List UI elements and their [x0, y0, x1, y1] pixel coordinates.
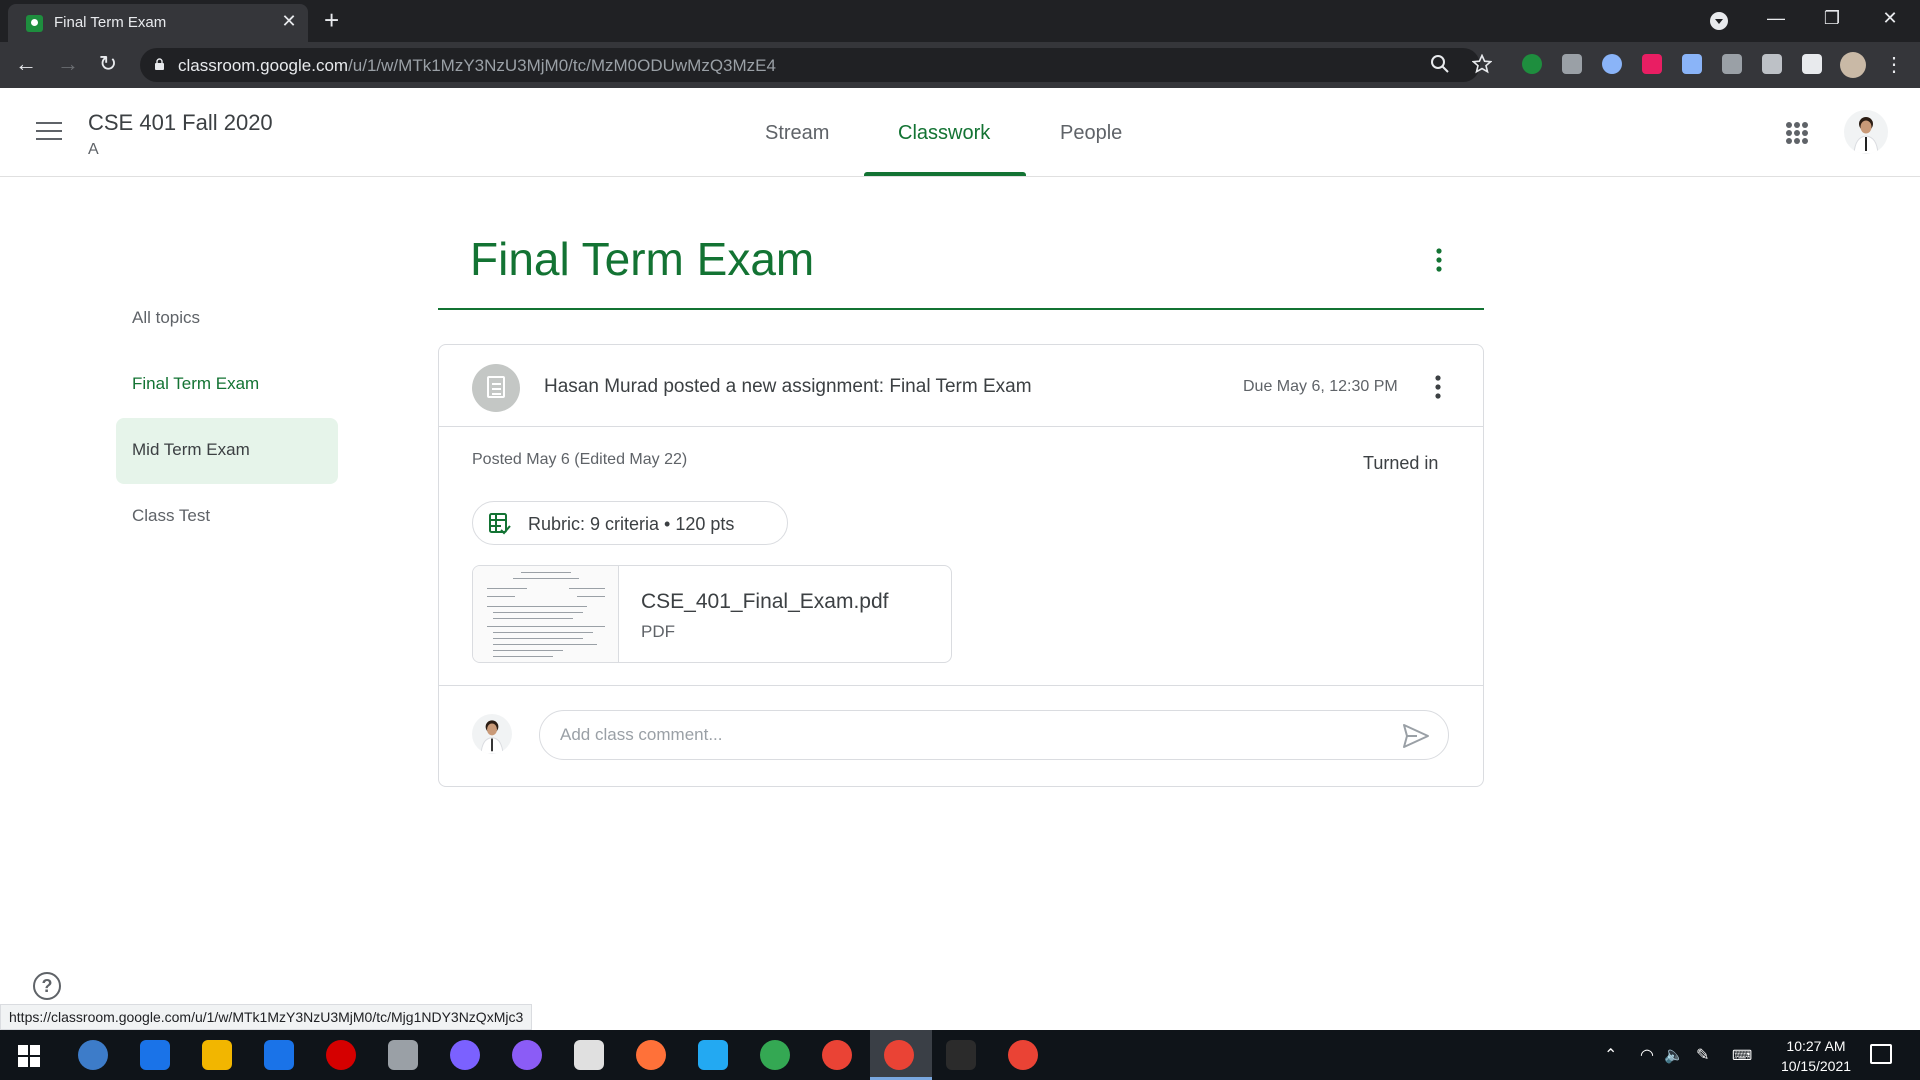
link-status-bubble: https://classroom.google.com/u/1/w/MTk1M… — [0, 1004, 533, 1030]
classroom-header: CSE 401 Fall 2020 A Stream Classwork Peo… — [0, 88, 1920, 177]
url-host: classroom.google.com — [178, 56, 349, 75]
pdf-attachment[interactable]: CSE_401_Final_Exam.pdf PDF — [472, 565, 952, 663]
windows-start-icon[interactable] — [18, 1045, 40, 1067]
tab-search-icon[interactable] — [1710, 12, 1728, 30]
chrome-menu-icon[interactable]: ⋮ — [1884, 52, 1904, 77]
google-apps-icon[interactable] — [1786, 122, 1808, 144]
restore-button[interactable]: ❐ — [1812, 8, 1852, 29]
browser-tab[interactable]: Final Term Exam ✕ — [8, 4, 308, 42]
class-name[interactable]: CSE 401 Fall 2020 — [88, 110, 273, 136]
new-tab-button[interactable]: + — [324, 6, 339, 34]
more-vert-icon[interactable] — [1436, 248, 1442, 272]
download-extension-icon[interactable] — [1682, 54, 1702, 74]
taskbar-edge-icon[interactable] — [140, 1040, 170, 1070]
bookmark-star-icon[interactable] — [1472, 54, 1492, 74]
chrome-profile-avatar[interactable] — [1840, 52, 1866, 78]
taskbar-chrome-active-icon[interactable] — [884, 1040, 914, 1070]
avatar — [472, 714, 512, 754]
tab-close-icon[interactable]: ✕ — [278, 11, 300, 32]
title-divider — [438, 308, 1484, 310]
taskbar-vscode-icon[interactable] — [698, 1040, 728, 1070]
wifi-icon[interactable]: ◠ — [1640, 1045, 1654, 1065]
rubric-label: Rubric: 9 criteria • 120 pts — [528, 514, 735, 534]
notification-icon[interactable] — [1870, 1044, 1892, 1064]
pdf-thumbnail — [473, 566, 619, 662]
taskbar-firefox-icon[interactable] — [636, 1040, 666, 1070]
vpn-extension-icon[interactable] — [1602, 54, 1622, 74]
class-comment-area — [439, 685, 1483, 786]
screen-extension-icon[interactable] — [1722, 54, 1742, 74]
rubric-chip[interactable]: Rubric: 9 criteria • 120 pts — [472, 501, 788, 545]
posted-date: Posted May 6 (Edited May 22) — [472, 451, 688, 468]
pen-extension-icon[interactable] — [1762, 54, 1782, 74]
windows-taskbar: ⌃ ◠ 🔈 ✎ ⌨ 10:27 AM 10/15/2021 — [0, 1030, 1920, 1080]
taskbar-paint-icon[interactable] — [574, 1040, 604, 1070]
tab-title: Final Term Exam — [54, 14, 167, 31]
browser-titlebar: Final Term Exam ✕ + — ❐ ✕ — [0, 0, 1920, 42]
attachment-name: CSE_401_Final_Exam.pdf — [641, 590, 889, 613]
taskbar-messenger-icon[interactable] — [450, 1040, 480, 1070]
tab-people[interactable]: People — [1060, 122, 1122, 145]
tab-stream[interactable]: Stream — [765, 122, 829, 145]
topic-all[interactable]: All topics — [132, 308, 200, 328]
tray-chevron-icon[interactable]: ⌃ — [1604, 1045, 1617, 1065]
status-badge: Turned in — [1363, 453, 1439, 473]
assignment-icon — [472, 364, 520, 412]
active-tab-indicator — [864, 172, 1026, 176]
zoom-icon[interactable] — [1430, 54, 1450, 74]
taskbar-inkscape-icon[interactable] — [388, 1040, 418, 1070]
assignment-headline[interactable]: Hasan Murad posted a new assignment: Fin… — [544, 376, 1032, 398]
play-extension-icon[interactable] — [1642, 54, 1662, 74]
address-bar[interactable]: classroom.google.com/u/1/w/MTk1MzY3NzU3M… — [140, 48, 1492, 82]
tab-classwork[interactable]: Classwork — [898, 122, 990, 145]
send-icon[interactable] — [1402, 723, 1430, 749]
assignment-card: Hasan Murad posted a new assignment: Fin… — [438, 344, 1484, 787]
camera-extension-icon[interactable] — [1562, 54, 1582, 74]
grammarly-extension-icon[interactable] — [1522, 54, 1542, 74]
main-menu-icon[interactable] — [36, 122, 62, 140]
user-photo-icon — [480, 720, 504, 754]
assignment-header[interactable]: Hasan Murad posted a new assignment: Fin… — [439, 345, 1483, 427]
clock-time: 10:27 AM — [1786, 1038, 1846, 1054]
due-date: Due May 6, 12:30 PM — [1243, 378, 1398, 395]
extensions-puzzle-icon[interactable] — [1802, 54, 1822, 74]
taskbar-chrome-profile-icon[interactable] — [1008, 1040, 1038, 1070]
user-avatar[interactable] — [1844, 110, 1888, 154]
close-window-button[interactable]: ✕ — [1870, 8, 1910, 29]
attachment-type: PDF — [641, 622, 675, 641]
page-title: Final Term Exam — [470, 233, 815, 285]
topic-mid-term-exam[interactable]: Mid Term Exam — [132, 440, 250, 460]
comment-input[interactable] — [560, 723, 1360, 747]
taskbar-github-icon[interactable] — [512, 1040, 542, 1070]
back-button[interactable]: ← — [12, 51, 40, 77]
more-vert-icon[interactable] — [1435, 375, 1441, 399]
taskbar-maps-icon[interactable] — [760, 1040, 790, 1070]
minimize-button[interactable]: — — [1756, 8, 1796, 29]
classroom-favicon-icon — [26, 15, 43, 32]
url-path: /u/1/w/MTk1MzY3NzU3MjM0/tc/MzM0ODUwMzQ3M… — [348, 56, 776, 75]
class-section: A — [88, 141, 99, 158]
taskbar-file-explorer-icon[interactable] — [202, 1040, 232, 1070]
user-photo-icon — [1853, 117, 1879, 154]
pen-icon[interactable]: ✎ — [1696, 1045, 1709, 1065]
browser-toolbar: ← → ↻ classroom.google.com/u/1/w/MTk1MzY… — [0, 42, 1920, 88]
help-icon[interactable]: ? — [33, 972, 61, 1000]
taskbar-chrome-icon[interactable] — [822, 1040, 852, 1070]
url-text: classroom.google.com/u/1/w/MTk1MzY3NzU3M… — [178, 56, 776, 76]
taskbar-terminal-icon[interactable] — [946, 1040, 976, 1070]
clock-date: 10/15/2021 — [1780, 1058, 1852, 1074]
volume-icon[interactable]: 🔈 — [1664, 1045, 1684, 1065]
rubric-grid-icon — [489, 513, 511, 535]
comment-field[interactable] — [539, 710, 1449, 760]
taskbar-qbittorrent-icon[interactable] — [78, 1040, 108, 1070]
topic-final-term-exam[interactable]: Final Term Exam — [132, 374, 259, 394]
system-clock[interactable]: 10:27 AM 10/15/2021 — [1772, 1036, 1860, 1076]
taskbar-opera-icon[interactable] — [326, 1040, 356, 1070]
keyboard-icon[interactable]: ⌨ — [1732, 1047, 1752, 1064]
lock-icon[interactable] — [154, 58, 165, 70]
forward-button[interactable]: → — [54, 51, 82, 77]
reload-button[interactable]: ↻ — [94, 51, 122, 77]
taskbar-mail-icon[interactable] — [264, 1040, 294, 1070]
topic-class-test[interactable]: Class Test — [132, 506, 210, 526]
